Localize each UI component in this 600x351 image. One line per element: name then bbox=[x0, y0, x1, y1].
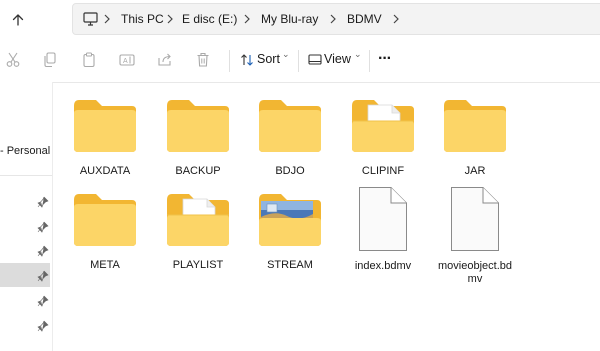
sidebar-divider bbox=[0, 175, 52, 176]
share-button[interactable] bbox=[155, 50, 175, 70]
file-name: BACKUP bbox=[175, 165, 221, 177]
paste-icon bbox=[83, 52, 95, 68]
copy-button[interactable] bbox=[40, 50, 60, 70]
chevron-right-icon bbox=[103, 4, 111, 34]
file-item[interactable]: movieobject.bd mv bbox=[435, 182, 515, 292]
rename-button[interactable]: A bbox=[117, 50, 137, 70]
svg-text:A: A bbox=[123, 58, 128, 65]
cut-icon bbox=[6, 52, 20, 67]
file-name: META bbox=[90, 259, 120, 271]
copy-icon bbox=[44, 52, 56, 68]
folder-item[interactable]: BACKUP bbox=[158, 96, 238, 186]
breadcrumb-item-bdmv[interactable]: BDMV bbox=[347, 4, 382, 34]
breadcrumb-item-my-blu-ray[interactable]: My Blu-ray bbox=[261, 4, 318, 34]
view-button[interactable]: View ⌄ bbox=[304, 40, 364, 82]
chevron-right-icon[interactable] bbox=[392, 4, 400, 34]
sort-button[interactable]: Sort ⌄ bbox=[236, 40, 294, 82]
delete-button[interactable] bbox=[193, 50, 213, 70]
folder-item[interactable]: CLIPINF bbox=[343, 96, 423, 186]
pin-icon[interactable] bbox=[37, 270, 49, 282]
file-name: PLAYLIST bbox=[172, 259, 224, 271]
chevron-down-icon: ⌄ bbox=[282, 49, 290, 59]
folder-item[interactable]: AUXDATA bbox=[65, 96, 145, 186]
pin-icon[interactable] bbox=[37, 221, 49, 233]
more-options-button[interactable]: ··· bbox=[376, 48, 398, 72]
sort-icon bbox=[241, 54, 253, 66]
more-icon: ··· bbox=[378, 50, 392, 67]
file-name: BDJO bbox=[275, 165, 305, 177]
command-bar: A Sort ⌄ View ⌄ ··· bbox=[0, 40, 600, 83]
pin-icon[interactable] bbox=[37, 245, 49, 257]
navigation-pane: - Personal bbox=[0, 82, 53, 351]
view-label: View bbox=[324, 52, 351, 66]
delete-icon bbox=[197, 52, 209, 67]
address-row: This PC E disc (E:) My Blu-ray BDMV bbox=[0, 0, 600, 40]
toolbar-separator bbox=[229, 50, 230, 72]
folder-item[interactable]: STREAM bbox=[250, 190, 330, 285]
chevron-right-icon bbox=[166, 4, 174, 34]
folder-with-document-icon bbox=[167, 194, 229, 246]
sort-label: Sort bbox=[257, 52, 280, 66]
view-icon bbox=[308, 54, 322, 65]
paste-button[interactable] bbox=[79, 50, 99, 70]
breadcrumb-item-e-disc[interactable]: E disc (E:) bbox=[182, 4, 237, 34]
cut-button[interactable] bbox=[3, 50, 23, 70]
folder-with-document-icon bbox=[352, 100, 414, 152]
folder-icon bbox=[74, 100, 136, 152]
file-name: movieobject.bd bbox=[438, 260, 512, 272]
file-item[interactable]: index.bdmv bbox=[343, 182, 423, 282]
pin-icon[interactable] bbox=[37, 196, 49, 208]
file-name: STREAM bbox=[267, 259, 313, 271]
folder-item[interactable]: BDJO bbox=[250, 96, 330, 186]
file-name-continued: mv bbox=[467, 273, 483, 285]
file-name: JAR bbox=[464, 165, 486, 177]
up-button[interactable] bbox=[6, 8, 30, 32]
folder-icon bbox=[74, 194, 136, 246]
folder-icon bbox=[259, 100, 321, 152]
file-name: AUXDATA bbox=[79, 165, 131, 177]
chevron-right-icon bbox=[329, 4, 337, 34]
file-name: CLIPINF bbox=[361, 165, 405, 177]
arrow-up-icon bbox=[12, 14, 24, 26]
folder-with-image-icon bbox=[259, 194, 321, 246]
toolbar-separator bbox=[298, 50, 299, 72]
chevron-right-icon bbox=[243, 4, 251, 34]
toolbar-separator bbox=[369, 50, 370, 72]
share-icon bbox=[158, 53, 171, 66]
folder-item[interactable]: PLAYLIST bbox=[158, 190, 238, 285]
breadcrumb[interactable]: This PC E disc (E:) My Blu-ray BDMV bbox=[72, 3, 600, 35]
sidebar-item-personal[interactable]: - Personal bbox=[0, 145, 50, 157]
document-icon bbox=[451, 187, 499, 251]
pin-icon[interactable] bbox=[37, 320, 49, 332]
folder-icon bbox=[167, 100, 229, 152]
folder-icon bbox=[444, 100, 506, 152]
folder-item[interactable]: META bbox=[65, 190, 145, 285]
chevron-down-icon: ⌄ bbox=[354, 49, 362, 59]
file-name: index.bdmv bbox=[354, 260, 412, 272]
document-icon bbox=[359, 187, 407, 251]
rename-icon: A bbox=[119, 54, 135, 66]
pin-icon[interactable] bbox=[37, 295, 49, 307]
monitor-icon bbox=[83, 12, 98, 31]
breadcrumb-item-this-pc[interactable]: This PC bbox=[121, 4, 164, 34]
folder-item[interactable]: JAR bbox=[435, 96, 515, 186]
